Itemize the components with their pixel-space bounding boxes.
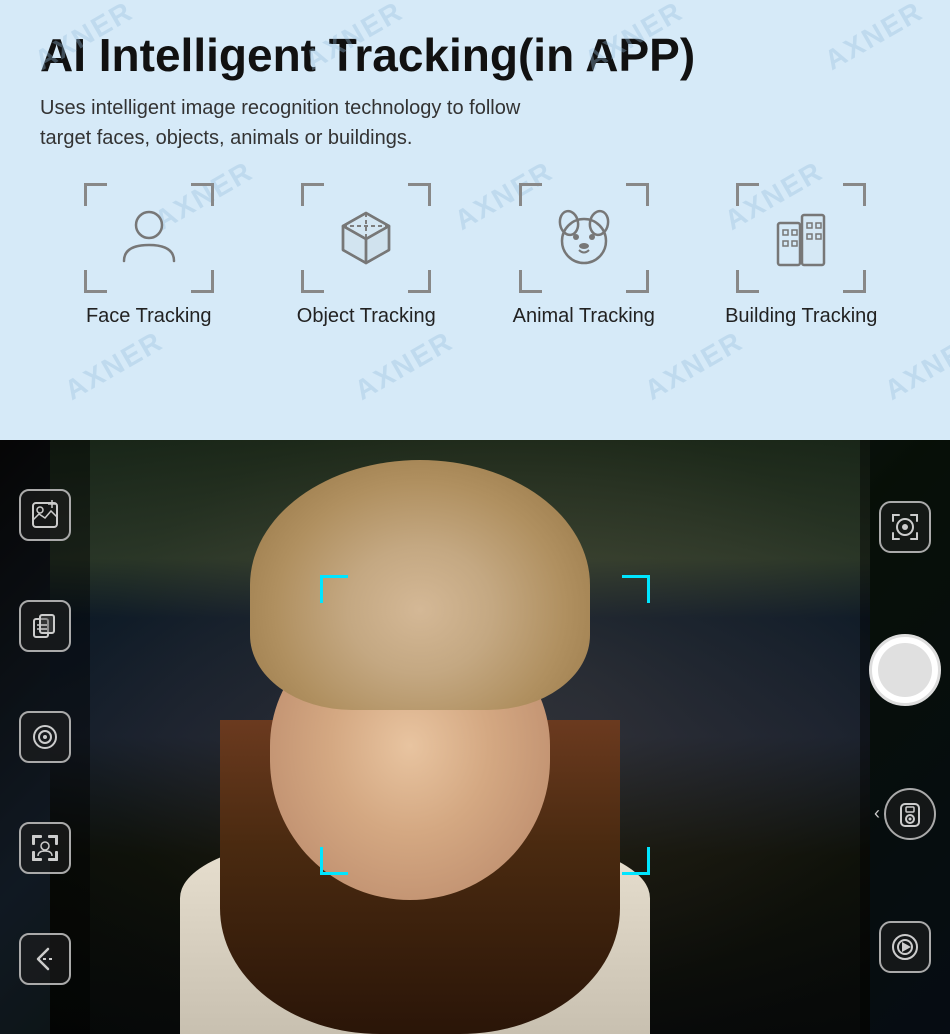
left-sidebar [0,440,90,1034]
arrow-left-icon: ‹ [874,803,880,824]
tracking-mode-btn[interactable] [879,501,931,553]
animal-icon-box [519,183,649,293]
tracking-item-object: Object Tracking [258,183,476,328]
face-detect-icon-btn[interactable] [19,822,71,874]
face-tracking-box [320,575,650,875]
page-subtitle: Uses intelligent image recognition techn… [40,93,660,153]
camera-mode-icon [30,722,60,752]
right-sidebar: ‹ [860,440,950,1034]
gallery-icon [30,500,60,530]
tracking-corner-tl [320,575,348,603]
gallery-icon-btn[interactable] [19,489,71,541]
face-tracking-label: Face Tracking [86,305,212,328]
flip-control[interactable]: ‹ [874,788,936,840]
building-tracking-label: Building Tracking [725,305,877,328]
tracking-corner-bl [320,847,348,875]
flip-icon [895,799,925,829]
video-icon-btn[interactable] [879,921,931,973]
tracking-item-animal: Animal Tracking [475,183,693,328]
tracking-item-face: Face Tracking [40,183,258,328]
tracking-corner-tr [622,575,650,603]
animal-tracking-label: Animal Tracking [513,305,655,328]
tracking-item-building: Building Tracking [693,183,911,328]
stabilizer-icon-btn[interactable] [19,600,71,652]
tracking-icons-row: Face Tracking Object Tracking [40,183,910,328]
tracking-mode-icon [889,511,921,543]
face-detect-icon [30,833,60,863]
face-icon-box [84,183,214,293]
back-icon [30,944,60,974]
shutter-inner [878,643,932,697]
top-section: AXNER AXNER AXNER AXNER AXNER AXNER AXNE… [0,0,950,440]
camera-app: ‹ [0,440,950,1034]
page-title: AI Intelligent Tracking(in APP) [40,30,910,81]
video-icon [889,931,921,963]
tracking-corner-br [622,847,650,875]
back-icon-btn[interactable] [19,933,71,985]
object-icon-box [301,183,431,293]
building-icon-box [736,183,866,293]
camera-mode-icon-btn[interactable] [19,711,71,763]
flip-icon-btn[interactable] [884,788,936,840]
stabilizer-icon [30,611,60,641]
object-tracking-label: Object Tracking [297,305,436,328]
shutter-button[interactable] [869,634,941,706]
woman-portrait [50,440,870,1034]
